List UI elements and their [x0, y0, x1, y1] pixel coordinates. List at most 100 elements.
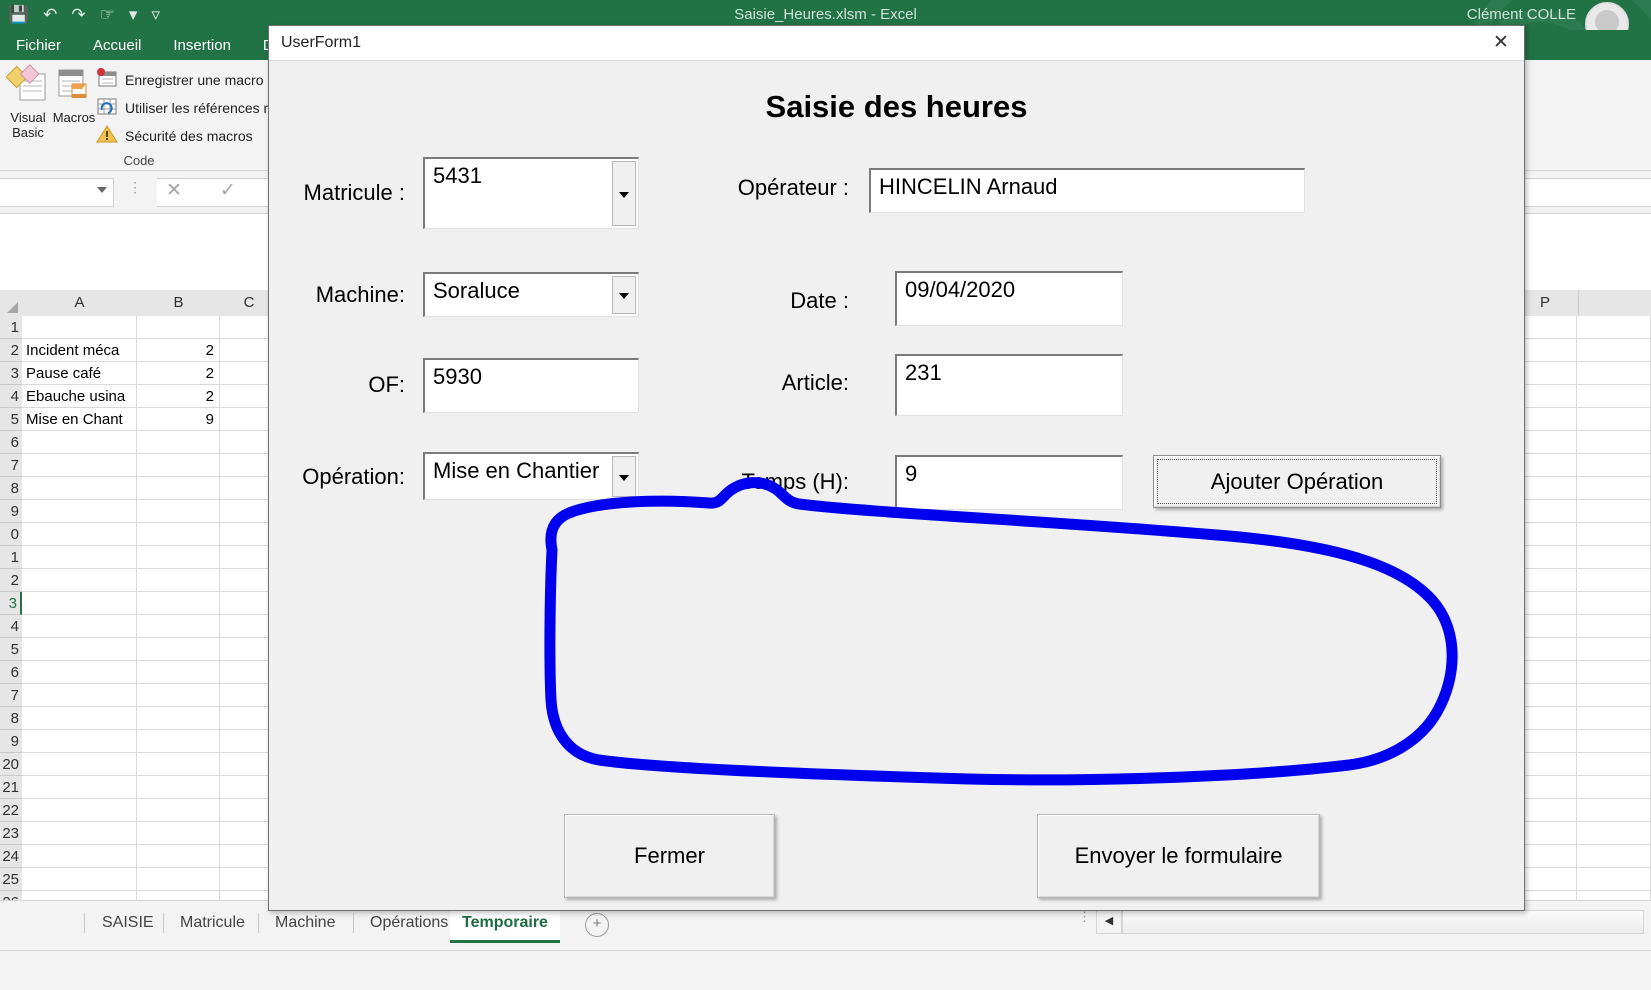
grid-cell[interactable]	[137, 638, 220, 661]
grid-cell[interactable]	[1577, 615, 1651, 638]
grid-cell[interactable]: Pause café	[22, 362, 137, 385]
grid-cell[interactable]	[22, 546, 137, 569]
grid-cell[interactable]	[137, 730, 220, 753]
grid-cell[interactable]	[1577, 638, 1651, 661]
close-button[interactable]: Fermer	[564, 814, 775, 898]
grid-cell[interactable]	[137, 477, 220, 500]
horizontal-scrollbar[interactable]	[1122, 910, 1644, 934]
row-header[interactable]: 7	[0, 684, 22, 707]
row-header[interactable]: 3	[0, 362, 22, 385]
grid-cell[interactable]	[1577, 753, 1651, 776]
row-header[interactable]: 1	[0, 546, 22, 569]
scroll-left-button[interactable]: ◀	[1096, 910, 1122, 934]
grid-cell[interactable]	[1577, 868, 1651, 891]
grid-cell[interactable]	[1577, 477, 1651, 500]
row-header[interactable]: 2	[0, 569, 22, 592]
grid-cell[interactable]	[137, 500, 220, 523]
grid-cell[interactable]	[1577, 546, 1651, 569]
grid-cell[interactable]	[137, 431, 220, 454]
grid-cell[interactable]	[137, 615, 220, 638]
scroll-grip-icon[interactable]: ⋮	[1078, 910, 1091, 923]
grid-cell[interactable]	[137, 776, 220, 799]
cancel-icon[interactable]: ✕	[166, 179, 182, 202]
grid-cell[interactable]	[1577, 684, 1651, 707]
row-header[interactable]: 3	[0, 592, 22, 615]
operation-combobox[interactable]: Mise en Chantier	[423, 452, 639, 500]
grid-cell[interactable]	[137, 845, 220, 868]
ribbon-tab-accueil[interactable]: Accueil	[77, 37, 157, 54]
row-header[interactable]: 8	[0, 477, 22, 500]
row-header[interactable]: 6	[0, 431, 22, 454]
grid-cell[interactable]: 9	[137, 408, 220, 431]
grid-cell[interactable]	[1577, 822, 1651, 845]
grid-cell[interactable]	[137, 592, 220, 615]
grid-cell[interactable]: 2	[137, 339, 220, 362]
temps-textbox[interactable]: 9	[895, 455, 1123, 510]
grid-cell[interactable]	[22, 799, 137, 822]
grid-cell[interactable]	[22, 776, 137, 799]
row-header[interactable]: 21	[0, 776, 22, 799]
grid-cell[interactable]: Ebauche usina	[22, 385, 137, 408]
sheet-tab-operations[interactable]: Opérations	[358, 906, 460, 940]
row-header[interactable]: 8	[0, 707, 22, 730]
grid-cell[interactable]	[137, 523, 220, 546]
grid-cell[interactable]	[22, 569, 137, 592]
grid-cell[interactable]: 2	[137, 362, 220, 385]
grid-cell[interactable]	[1577, 362, 1651, 385]
row-header[interactable]: 6	[0, 661, 22, 684]
record-macro-button[interactable]: Enregistrer une macro	[96, 68, 264, 91]
row-header[interactable]: 5	[0, 408, 22, 431]
grid-cell[interactable]	[1577, 408, 1651, 431]
row-header[interactable]: 2	[0, 339, 22, 362]
ribbon-tab-insertion[interactable]: Insertion	[157, 37, 247, 54]
add-sheet-button[interactable]: +	[585, 913, 609, 937]
chevron-down-icon[interactable]	[97, 187, 107, 193]
grid-cell[interactable]	[1577, 523, 1651, 546]
grid-cell[interactable]	[137, 868, 220, 891]
row-header[interactable]: 5	[0, 638, 22, 661]
grid-cell[interactable]	[1577, 730, 1651, 753]
row-header[interactable]: 4	[0, 615, 22, 638]
grid-cell[interactable]	[22, 454, 137, 477]
grid-cell[interactable]	[1577, 431, 1651, 454]
select-all-corner[interactable]	[0, 290, 22, 316]
grid-cell[interactable]	[22, 730, 137, 753]
grid-cell[interactable]	[137, 661, 220, 684]
column-header-a[interactable]: A	[22, 290, 138, 316]
of-textbox[interactable]: 5930	[423, 358, 639, 413]
grid-cell[interactable]	[1577, 707, 1651, 730]
article-textbox[interactable]: 231	[895, 354, 1123, 416]
row-header[interactable]: 9	[0, 500, 22, 523]
row-header[interactable]: 22	[0, 799, 22, 822]
grid-cell[interactable]	[1577, 569, 1651, 592]
sheet-tab-machine[interactable]: Machine	[263, 906, 347, 940]
grid-cell[interactable]: 2	[137, 385, 220, 408]
grid-cell[interactable]	[137, 707, 220, 730]
grid-cell[interactable]	[22, 868, 137, 891]
row-header[interactable]: 0	[0, 523, 22, 546]
grid-cell[interactable]	[137, 822, 220, 845]
ribbon-tab-fichier[interactable]: Fichier	[0, 37, 77, 54]
grid-cell[interactable]	[22, 707, 137, 730]
grid-cell[interactable]	[137, 454, 220, 477]
grid-cell[interactable]	[1577, 845, 1651, 868]
grid-cell[interactable]	[137, 316, 220, 339]
grid-cell[interactable]: Incident méca	[22, 339, 137, 362]
grid-cell[interactable]	[1577, 316, 1651, 339]
grid-cell[interactable]	[22, 477, 137, 500]
grid-cell[interactable]	[137, 546, 220, 569]
grid-cell[interactable]	[22, 822, 137, 845]
sheet-tab-temporaire[interactable]: Temporaire	[450, 906, 560, 943]
add-operation-button[interactable]: Ajouter Opération	[1153, 455, 1441, 508]
formula-bar-handle[interactable]: ⋮	[128, 180, 142, 194]
row-header[interactable]: 9	[0, 730, 22, 753]
grid-cell[interactable]	[1577, 592, 1651, 615]
grid-cell[interactable]	[1577, 661, 1651, 684]
grid-cell[interactable]	[22, 523, 137, 546]
userform-title-bar[interactable]: UserForm1 ✕	[269, 26, 1524, 61]
grid-cell[interactable]	[22, 615, 137, 638]
matricule-combobox[interactable]: 5431	[423, 157, 639, 229]
grid-cell[interactable]	[22, 592, 137, 615]
visual-basic-button[interactable]: Visual Basic	[2, 64, 54, 140]
sheet-tab-saisie[interactable]: SAISIE	[90, 906, 166, 940]
